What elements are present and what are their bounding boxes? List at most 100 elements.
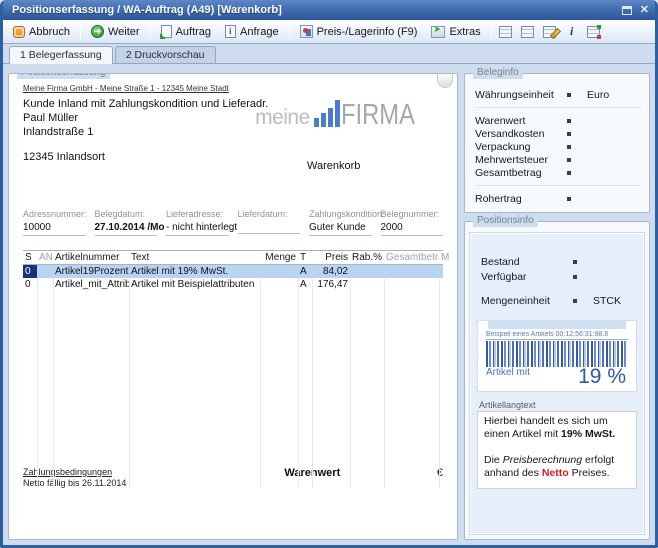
bullet-icon	[573, 275, 577, 279]
field-belegnummer: Belegnummer: 2000	[381, 209, 444, 236]
toolbar-separator	[289, 24, 290, 40]
preis-lagerinfo-button[interactable]: Preis-/Lagerinfo (F9)	[294, 22, 424, 41]
price-stock-info-icon	[300, 25, 313, 38]
table-row[interactable]: 0 Artikel_mit_Attribu Artikel mit Beispi…	[23, 278, 443, 291]
bestand-row: Bestand	[481, 254, 633, 269]
artikellangtext-label: Artikellangtext	[479, 400, 635, 410]
divider	[475, 107, 641, 108]
bullet-icon	[567, 145, 571, 149]
abbruch-button[interactable]: Abbruch	[7, 23, 76, 41]
barcode-image	[486, 341, 628, 367]
grid-icon	[521, 26, 534, 38]
grid-icon	[499, 26, 512, 38]
tab-druckvorschau[interactable]: 2 Druckvorschau	[115, 46, 216, 63]
extras-label: Extras	[449, 26, 480, 38]
anfrage-button[interactable]: Anfrage	[219, 22, 285, 41]
field-zahlungskondition: Zahlungskondition: Guter Kunde	[309, 209, 372, 236]
auftrag-button[interactable]: Auftrag	[155, 22, 217, 41]
bullet-icon	[567, 132, 571, 136]
verpackung-row: Verpackung	[475, 140, 641, 153]
page-curl-icon	[437, 74, 453, 88]
table-row-selected[interactable]: 0 Artikel19Prozent Artikel mit 19% MwSt.…	[23, 265, 443, 278]
article-image-caption: Beispiel eines Artikels 00:12:56:31:98.8	[486, 331, 628, 340]
grid-add-icon	[587, 26, 600, 38]
mehrwertsteuer-row: Mehrwertsteuer	[475, 153, 641, 166]
tab-belegerfassung[interactable]: 1 Belegerfassung	[9, 46, 113, 64]
divider	[475, 185, 641, 186]
grid-add-button[interactable]	[584, 23, 604, 41]
titlebar: Positionserfassung / WA-Auftrag (A49) [W…	[3, 0, 655, 20]
info-button[interactable]: i	[562, 23, 582, 41]
bar-chart-logo-icon	[314, 100, 340, 127]
rohertrag-row: Rohertrag	[475, 192, 641, 205]
extras-icon	[431, 26, 445, 38]
sender-line: Meine Firma GmbH - Meine Straße 1 - 1234…	[23, 84, 443, 93]
window-title: Positionserfassung / WA-Auftrag (A49) [W…	[12, 4, 622, 16]
article-image-percent: 19 %	[578, 365, 626, 389]
weiter-label: Weiter	[108, 26, 140, 38]
bullet-icon	[567, 197, 571, 201]
auftrag-label: Auftrag	[176, 26, 211, 38]
document-header-fields: Adressnummer: 10000 Belegdatum: 27.10.20…	[23, 209, 443, 236]
cancel-icon	[13, 26, 25, 38]
versandkosten-row: Versandkosten	[475, 127, 641, 140]
next-arrow-icon: ➜	[91, 25, 104, 38]
positionsinfo-groupbox-label: Positionsinfo	[473, 215, 538, 227]
app-window: Positionserfassung / WA-Auftrag (A49) [W…	[0, 0, 658, 548]
table-header-row: S AN Artikelnummer Text Menge T Preis Ra…	[23, 250, 443, 265]
beleginfo-groupbox: Beleginfo Währungseinheit Euro Warenwert…	[464, 73, 650, 213]
bullet-icon	[567, 171, 571, 175]
image-scrollbar[interactable]	[488, 321, 626, 329]
field-lieferdatum: Lieferdatum:	[238, 209, 301, 236]
positions-table: S AN Artikelnummer Text Menge T Preis Ra…	[23, 250, 443, 488]
waehrungseinheit-row: Währungseinheit Euro	[475, 88, 641, 101]
tabstrip: 1 Belegerfassung 2 Druckvorschau	[3, 44, 655, 64]
stock-rows: Bestand Verfügbar Mengeneinheit	[477, 242, 637, 308]
beleginfo-groupbox-label: Beleginfo	[473, 67, 523, 79]
abbruch-label: Abbruch	[29, 26, 70, 38]
artikellangtext-box: Hierbei handelt es sich um einen Artikel…	[477, 411, 637, 489]
weiter-button[interactable]: ➜ Weiter	[85, 22, 146, 41]
logo-word-firma: FIRMA	[341, 103, 415, 128]
gesamtbetrag-row: Gesamtbetrag	[475, 166, 641, 179]
bullet-icon	[573, 299, 577, 303]
logo-word-meine: meine	[255, 108, 310, 128]
grid-edit-icon	[543, 26, 556, 38]
close-icon[interactable]: ✕	[640, 5, 649, 15]
article-image: Beispiel eines Artikels 00:12:56:31:98.8…	[477, 320, 637, 392]
anfrage-label: Anfrage	[240, 26, 279, 38]
order-document-icon	[161, 25, 172, 38]
warenwert-row: Warenwert	[475, 114, 641, 127]
grid-edit-button[interactable]	[540, 23, 560, 41]
grid-view-button-2[interactable]	[518, 23, 538, 41]
bullet-icon	[573, 260, 577, 264]
info-icon: i	[570, 24, 573, 39]
mengeneinheit-row: Mengeneinheit STCK	[481, 293, 633, 308]
content-area: Positionserfassung Meine Firma GmbH - Me…	[3, 64, 655, 545]
preis-lagerinfo-label: Preis-/Lagerinfo (F9)	[317, 26, 418, 38]
bullet-icon	[567, 93, 571, 97]
field-belegdatum: Belegdatum: 27.10.2014 /Mo	[95, 209, 158, 236]
verfuegbar-row: Verfügbar	[481, 269, 633, 284]
positionsinfo-panel: Bestand Verfügbar Mengeneinheit	[470, 233, 644, 534]
document-type-label: Warenkorb	[307, 160, 360, 172]
field-lieferadresse: Lieferadresse: - nicht hinterlegt	[166, 209, 229, 236]
extras-button[interactable]: Extras	[425, 23, 486, 41]
company-logo: meine FIRMA	[255, 100, 431, 128]
document-preview: Meine Firma GmbH - Meine Straße 1 - 1234…	[9, 74, 457, 539]
table-grid-lines	[23, 265, 443, 488]
bullet-icon	[567, 158, 571, 162]
toolbar: Abbruch ➜ Weiter Auftrag Anfrage Preis-/…	[3, 20, 655, 44]
right-panel: Beleginfo Währungseinheit Euro Warenwert…	[464, 70, 650, 540]
toolbar-separator	[80, 24, 81, 40]
grid-view-button-1[interactable]	[496, 23, 516, 41]
toolbar-separator	[150, 24, 151, 40]
address-city: 12345 Inlandsort	[23, 151, 443, 163]
bullet-icon	[567, 119, 571, 123]
restore-icon[interactable]	[622, 6, 632, 15]
toolbar-separator	[491, 24, 492, 40]
positionsinfo-groupbox: Positionsinfo Bestand Verfügbar	[464, 221, 650, 540]
field-adressnummer: Adressnummer: 10000	[23, 209, 86, 236]
inquiry-document-icon	[225, 25, 236, 38]
positionserfassung-groupbox: Positionserfassung Meine Firma GmbH - Me…	[8, 73, 458, 540]
